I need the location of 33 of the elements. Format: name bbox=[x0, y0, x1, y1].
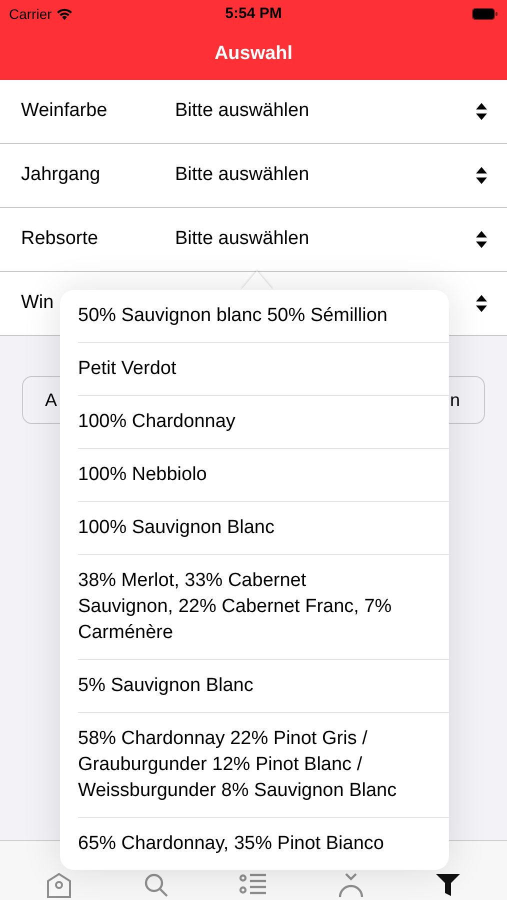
up-down-chevron-icon bbox=[476, 231, 487, 248]
up-down-chevron-icon bbox=[476, 103, 487, 120]
picker-row[interactable]: Rebsorte Bitte auswählen bbox=[0, 208, 507, 272]
home-icon[interactable] bbox=[46, 872, 72, 898]
battery-icon bbox=[472, 8, 498, 20]
picker-row[interactable]: Jahrgang Bitte auswählen bbox=[0, 144, 507, 208]
picker-value: Bitte auswählen bbox=[175, 163, 310, 188]
menu-item[interactable]: 100% Sauvignon Blanc bbox=[78, 502, 449, 555]
wifi-icon bbox=[56, 8, 73, 20]
row-label: Rebsorte bbox=[21, 228, 98, 250]
up-down-chevron-icon bbox=[476, 295, 487, 312]
menu-item[interactable]: Petit Verdot bbox=[78, 343, 449, 396]
list-icon[interactable] bbox=[239, 872, 268, 896]
picker-row[interactable]: Weinfarbe Bitte auswählen bbox=[0, 80, 507, 144]
carrier-label: Carrier bbox=[9, 4, 52, 24]
menu-item[interactable]: 5% Sauvignon Blanc bbox=[78, 660, 449, 713]
row-label: Win bbox=[21, 292, 54, 314]
search-icon[interactable] bbox=[143, 872, 170, 898]
menu-item[interactable]: 65% Chardonnay, 35% Pinot Bianco bbox=[78, 818, 449, 870]
menu-item[interactable]: 100% Chardonnay bbox=[78, 396, 449, 449]
picker-value: Bitte auswählen bbox=[175, 227, 310, 252]
filter-icon[interactable] bbox=[435, 872, 462, 898]
row-label: Jahrgang bbox=[21, 164, 100, 186]
nav-title: Auswahl bbox=[214, 42, 293, 66]
menu-item[interactable]: 38% Merlot, 33% Cabernet Sauvignon, 22% Cabernet Franc, 7% Carménère bbox=[78, 555, 449, 660]
person-icon[interactable] bbox=[338, 872, 364, 898]
menu-item[interactable]: 58% Chardonnay 22% Pinot Gris / Grauburgunder 12% Pinot Blanc / Weissburgunder 8% Sauvignon Blanc bbox=[78, 713, 449, 818]
picker-value: Bitte auswählen bbox=[175, 99, 310, 124]
menu-item[interactable]: 100% Nebbiolo bbox=[78, 449, 449, 502]
status-time: 5:54 PM bbox=[225, 4, 282, 24]
menu-item[interactable]: 50% Sauvignon blanc 50% Sémillion bbox=[78, 290, 449, 343]
row-label: Weinfarbe bbox=[21, 100, 108, 122]
up-down-chevron-icon bbox=[476, 167, 487, 184]
